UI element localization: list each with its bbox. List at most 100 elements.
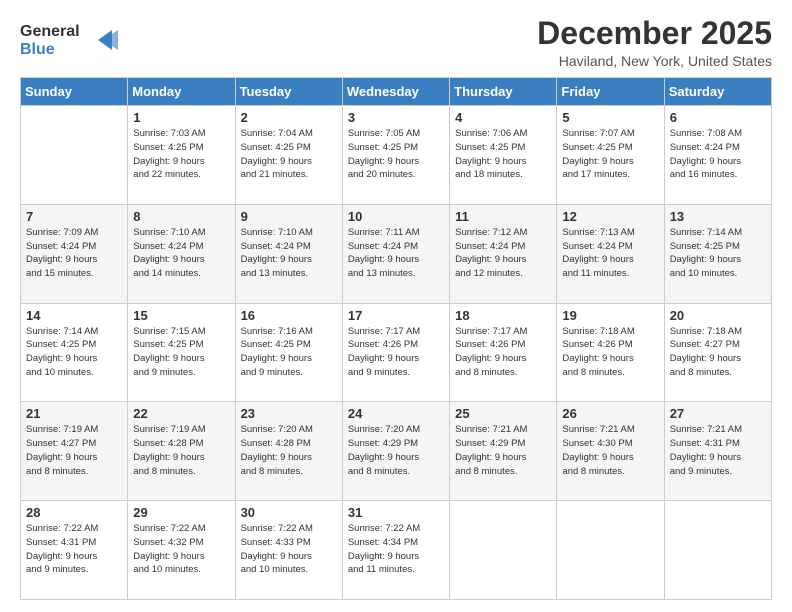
day-info: Sunrise: 7:15 AMSunset: 4:25 PMDaylight:…	[133, 325, 229, 380]
day-number: 28	[26, 505, 122, 520]
table-row: 21 Sunrise: 7:19 AMSunset: 4:27 PMDayligh…	[21, 402, 128, 501]
main-title: December 2025	[537, 16, 772, 51]
day-number: 13	[670, 209, 766, 224]
table-row: 8 Sunrise: 7:10 AMSunset: 4:24 PMDaylight…	[128, 204, 235, 303]
svg-text:Blue: Blue	[20, 41, 55, 58]
day-info: Sunrise: 7:22 AMSunset: 4:32 PMDaylight:…	[133, 522, 229, 577]
table-row: 30 Sunrise: 7:22 AMSunset: 4:33 PMDayligh…	[235, 501, 342, 600]
day-number: 6	[670, 110, 766, 125]
table-row: 9Sunrise: 7:10 AMSunset: 4:24 PMDaylight…	[235, 204, 342, 303]
table-row: 23 Sunrise: 7:20 AMSunset: 4:28 PMDayligh…	[235, 402, 342, 501]
day-number: 7	[26, 209, 122, 224]
table-row: 12 Sunrise: 7:13 AMSunset: 4:24 PMDayligh…	[557, 204, 664, 303]
table-row: 7 Sunrise: 7:09 AMSunset: 4:24 PMDaylight…	[21, 204, 128, 303]
day-number: 26	[562, 406, 658, 421]
logo: General Blue	[20, 16, 130, 65]
table-row: 14 Sunrise: 7:14 AMSunset: 4:25 PMDayligh…	[21, 303, 128, 402]
calendar-header-row: Sunday Monday Tuesday Wednesday Thursday…	[21, 78, 772, 106]
subtitle: Haviland, New York, United States	[537, 53, 772, 69]
table-row: 19 Sunrise: 7:18 AMSunset: 4:26 PMDayligh…	[557, 303, 664, 402]
day-info: Sunrise: 7:03 AMSunset: 4:25 PMDaylight:…	[133, 127, 229, 182]
day-info: Sunrise: 7:12 AMSunset: 4:24 PMDaylight:…	[455, 226, 551, 281]
day-info: Sunrise: 7:07 AMSunset: 4:25 PMDaylight:…	[562, 127, 658, 182]
day-info: Sunrise: 7:16 AMSunset: 4:25 PMDaylight:…	[241, 325, 337, 380]
day-info: Sunrise: 7:14 AMSunset: 4:25 PMDaylight:…	[26, 325, 122, 380]
table-row: 25Sunrise: 7:21 AMSunset: 4:29 PMDayligh…	[450, 402, 557, 501]
day-number: 19	[562, 308, 658, 323]
day-number: 12	[562, 209, 658, 224]
day-number: 9	[241, 209, 337, 224]
day-number: 4	[455, 110, 551, 125]
day-info: Sunrise: 7:20 AMSunset: 4:29 PMDaylight:…	[348, 423, 444, 478]
day-number: 21	[26, 406, 122, 421]
day-number: 29	[133, 505, 229, 520]
day-info: Sunrise: 7:21 AMSunset: 4:31 PMDaylight:…	[670, 423, 766, 478]
header: General Blue December 2025 Haviland, New…	[20, 16, 772, 69]
table-row: 18 Sunrise: 7:17 AMSunset: 4:26 PMDayligh…	[450, 303, 557, 402]
day-info: Sunrise: 7:21 AMSunset: 4:30 PMDaylight:…	[562, 423, 658, 478]
col-saturday: Saturday	[664, 78, 771, 106]
table-row	[664, 501, 771, 600]
day-info: Sunrise: 7:04 AMSunset: 4:25 PMDaylight:…	[241, 127, 337, 182]
day-info: Sunrise: 7:22 AMSunset: 4:34 PMDaylight:…	[348, 522, 444, 577]
day-info: Sunrise: 7:08 AMSunset: 4:24 PMDaylight:…	[670, 127, 766, 182]
table-row: 31 Sunrise: 7:22 AMSunset: 4:34 PMDayligh…	[342, 501, 449, 600]
day-info: Sunrise: 7:18 AMSunset: 4:27 PMDaylight:…	[670, 325, 766, 380]
day-info: Sunrise: 7:22 AMSunset: 4:33 PMDaylight:…	[241, 522, 337, 577]
day-number: 14	[26, 308, 122, 323]
page: General Blue December 2025 Haviland, New…	[0, 0, 792, 612]
day-number: 5	[562, 110, 658, 125]
day-number: 11	[455, 209, 551, 224]
col-friday: Friday	[557, 78, 664, 106]
table-row: 10 Sunrise: 7:11 AMSunset: 4:24 PMDayligh…	[342, 204, 449, 303]
table-row	[21, 106, 128, 205]
day-info: Sunrise: 7:19 AMSunset: 4:27 PMDaylight:…	[26, 423, 122, 478]
day-number: 8	[133, 209, 229, 224]
col-sunday: Sunday	[21, 78, 128, 106]
table-row: 3 Sunrise: 7:05 AMSunset: 4:25 PMDaylight…	[342, 106, 449, 205]
logo-svg: General Blue	[20, 16, 130, 60]
day-number: 22	[133, 406, 229, 421]
day-info: Sunrise: 7:11 AMSunset: 4:24 PMDaylight:…	[348, 226, 444, 281]
day-info: Sunrise: 7:14 AMSunset: 4:25 PMDaylight:…	[670, 226, 766, 281]
table-row: 1 Sunrise: 7:03 AMSunset: 4:25 PMDaylight…	[128, 106, 235, 205]
day-info: Sunrise: 7:22 AMSunset: 4:31 PMDaylight:…	[26, 522, 122, 577]
col-thursday: Thursday	[450, 78, 557, 106]
day-number: 23	[241, 406, 337, 421]
day-info: Sunrise: 7:10 AMSunset: 4:24 PMDaylight:…	[133, 226, 229, 281]
table-row: 5 Sunrise: 7:07 AMSunset: 4:25 PMDaylight…	[557, 106, 664, 205]
day-info: Sunrise: 7:09 AMSunset: 4:24 PMDaylight:…	[26, 226, 122, 281]
table-row: 24 Sunrise: 7:20 AMSunset: 4:29 PMDayligh…	[342, 402, 449, 501]
day-number: 18	[455, 308, 551, 323]
day-number: 30	[241, 505, 337, 520]
day-info: Sunrise: 7:19 AMSunset: 4:28 PMDaylight:…	[133, 423, 229, 478]
day-info: Sunrise: 7:17 AMSunset: 4:26 PMDaylight:…	[455, 325, 551, 380]
table-row: 27Sunrise: 7:21 AMSunset: 4:31 PMDayligh…	[664, 402, 771, 501]
day-number: 1	[133, 110, 229, 125]
table-row: 29 Sunrise: 7:22 AMSunset: 4:32 PMDayligh…	[128, 501, 235, 600]
day-info: Sunrise: 7:18 AMSunset: 4:26 PMDaylight:…	[562, 325, 658, 380]
day-number: 10	[348, 209, 444, 224]
day-number: 16	[241, 308, 337, 323]
title-area: December 2025 Haviland, New York, United…	[537, 16, 772, 69]
table-row: 20 Sunrise: 7:18 AMSunset: 4:27 PMDayligh…	[664, 303, 771, 402]
table-row: 4 Sunrise: 7:06 AMSunset: 4:25 PMDaylight…	[450, 106, 557, 205]
day-info: Sunrise: 7:05 AMSunset: 4:25 PMDaylight:…	[348, 127, 444, 182]
day-info: Sunrise: 7:13 AMSunset: 4:24 PMDaylight:…	[562, 226, 658, 281]
day-info: Sunrise: 7:06 AMSunset: 4:25 PMDaylight:…	[455, 127, 551, 182]
col-wednesday: Wednesday	[342, 78, 449, 106]
day-number: 3	[348, 110, 444, 125]
table-row: 26 Sunrise: 7:21 AMSunset: 4:30 PMDayligh…	[557, 402, 664, 501]
day-number: 31	[348, 505, 444, 520]
day-number: 20	[670, 308, 766, 323]
day-number: 17	[348, 308, 444, 323]
day-number: 24	[348, 406, 444, 421]
table-row: 13 Sunrise: 7:14 AMSunset: 4:25 PMDayligh…	[664, 204, 771, 303]
calendar-table: Sunday Monday Tuesday Wednesday Thursday…	[20, 77, 772, 600]
day-info: Sunrise: 7:20 AMSunset: 4:28 PMDaylight:…	[241, 423, 337, 478]
day-info: Sunrise: 7:21 AMSunset: 4:29 PMDaylight:…	[455, 423, 551, 478]
table-row	[557, 501, 664, 600]
col-monday: Monday	[128, 78, 235, 106]
table-row: 16 Sunrise: 7:16 AMSunset: 4:25 PMDayligh…	[235, 303, 342, 402]
table-row: 2Sunrise: 7:04 AMSunset: 4:25 PMDaylight…	[235, 106, 342, 205]
